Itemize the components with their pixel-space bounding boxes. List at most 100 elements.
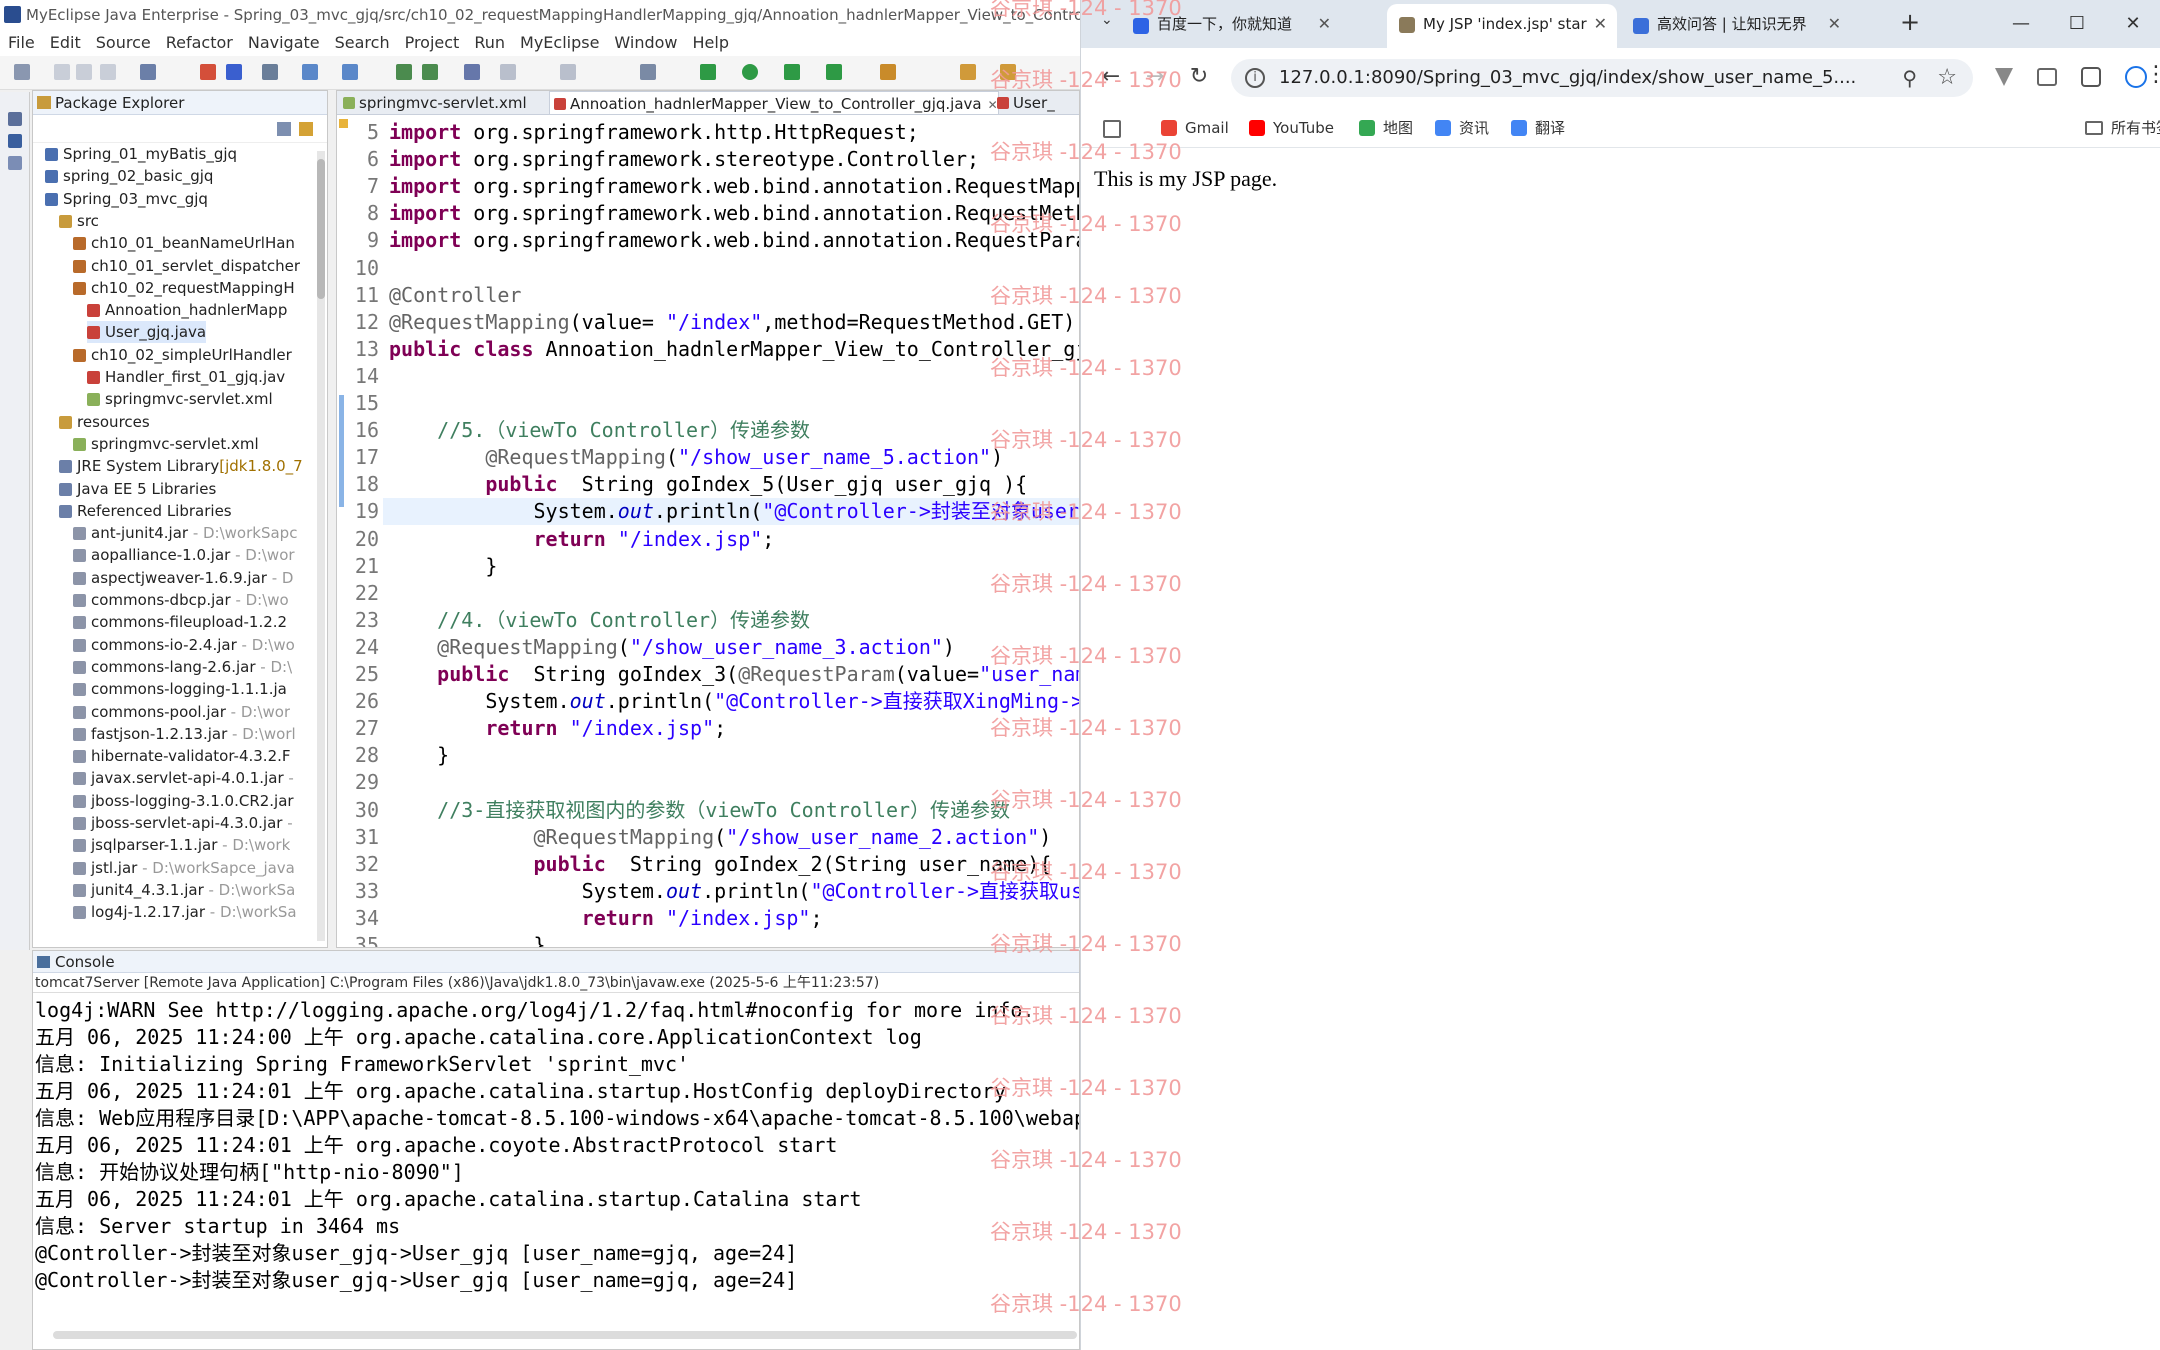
tree-item[interactable]: aopalliance-1.0.jar - D:\wor bbox=[73, 544, 295, 566]
tree-item[interactable]: Annoation_hadnlerMapp bbox=[87, 299, 287, 321]
tree-item[interactable]: aspectjweaver-1.6.9.jar - D bbox=[73, 567, 293, 589]
tree-item[interactable]: src bbox=[59, 210, 99, 232]
menu-search[interactable]: Search bbox=[327, 30, 397, 56]
menu-refactor[interactable]: Refactor bbox=[158, 30, 240, 56]
package-explorer-scrollbar[interactable] bbox=[317, 151, 325, 941]
tool-a-icon[interactable] bbox=[302, 64, 318, 80]
browser-menu-icon[interactable]: ⋮ bbox=[2145, 62, 2160, 87]
collapse-all-icon[interactable] bbox=[277, 122, 291, 136]
editor-tab[interactable]: Annoation_hadnlerMapper_View_to_Controll… bbox=[549, 91, 999, 114]
tree-item[interactable]: resources bbox=[59, 411, 150, 433]
tree-item[interactable]: fastjson-1.2.13.jar - D:\worl bbox=[73, 723, 296, 745]
tree-item[interactable]: Referenced Libraries bbox=[59, 500, 232, 522]
tree-item[interactable]: jsqlparser-1.1.jar - D:\work bbox=[73, 834, 290, 856]
tab-close-icon[interactable]: ✕ bbox=[1318, 6, 1331, 42]
restore-view-icon[interactable] bbox=[8, 112, 22, 126]
tree-item[interactable]: jboss-logging-3.1.0.CR2.jar bbox=[73, 790, 294, 812]
tree-item[interactable]: springmvc-servlet.xml bbox=[87, 388, 273, 410]
zoom-icon[interactable]: ⚲ bbox=[1902, 59, 1917, 97]
tree-item[interactable]: Java EE 5 Libraries bbox=[59, 478, 216, 500]
tree-item[interactable]: Handler_first_01_gjq.jav bbox=[87, 366, 285, 388]
browser-tab[interactable]: My JSP 'index.jsp' star ✕ bbox=[1387, 4, 1617, 48]
tool-f-icon[interactable] bbox=[560, 64, 576, 80]
tree-item[interactable]: commons-io-2.4.jar - D:\wo bbox=[73, 634, 295, 656]
tab-close-icon[interactable]: ✕ bbox=[1828, 6, 1841, 42]
tree-item[interactable]: jboss-servlet-api-4.3.0.jar - bbox=[73, 812, 293, 834]
tree-item[interactable]: User_gjq.java bbox=[87, 321, 207, 344]
tree-item[interactable]: Spring_03_mvc_gjq bbox=[45, 188, 208, 210]
new-tab-button[interactable]: + bbox=[1896, 8, 1924, 36]
web-icon[interactable] bbox=[262, 64, 278, 80]
console-horizontal-scrollbar[interactable] bbox=[53, 1331, 1077, 1339]
menu-navigate[interactable]: Navigate bbox=[240, 30, 327, 56]
tree-item[interactable]: ch10_02_simpleUrlHandler bbox=[73, 344, 292, 366]
tree-item[interactable]: spring_02_basic_gjq bbox=[45, 165, 213, 187]
tree-item[interactable]: hibernate-validator-4.3.2.F bbox=[73, 745, 291, 767]
tool-d-icon[interactable] bbox=[422, 64, 438, 80]
bookmark-地图[interactable]: 地图 bbox=[1359, 108, 1413, 148]
console-tab[interactable]: Console bbox=[33, 951, 1079, 973]
editor-tab[interactable]: User_ bbox=[993, 91, 1055, 114]
link-with-editor-icon[interactable] bbox=[299, 122, 313, 136]
menu-run[interactable]: Run bbox=[466, 30, 512, 56]
run-tomcat-icon[interactable] bbox=[784, 64, 800, 80]
browser-tab[interactable]: 高效问答 | 让知识无界 ✕ bbox=[1621, 6, 1851, 42]
maximize-button[interactable]: ☐ bbox=[2049, 0, 2105, 48]
tree-item[interactable]: ch10_01_beanNameUrlHan bbox=[73, 232, 295, 254]
minimized-view-a-icon[interactable] bbox=[8, 134, 22, 148]
tree-item[interactable]: junit4_4.3.1.jar - D:\workSa bbox=[73, 879, 295, 901]
site-info-icon[interactable]: i bbox=[1245, 68, 1265, 88]
save-icon[interactable] bbox=[54, 64, 70, 80]
bookmark-翻译[interactable]: 翻译 bbox=[1511, 108, 1565, 148]
tree-item[interactable]: ch10_01_servlet_dispatcher bbox=[73, 255, 300, 277]
save-all-icon[interactable] bbox=[76, 64, 92, 80]
tool-b-icon[interactable] bbox=[342, 64, 358, 80]
extension-filter-icon[interactable] bbox=[1995, 68, 2013, 86]
open-type-icon[interactable] bbox=[880, 64, 896, 80]
profile-avatar-icon[interactable] bbox=[2125, 66, 2147, 88]
minimized-view-b-icon[interactable] bbox=[8, 156, 22, 170]
bookmark-YouTube[interactable]: YouTube bbox=[1249, 108, 1334, 148]
menu-help[interactable]: Help bbox=[685, 30, 736, 56]
tree-item[interactable]: commons-pool.jar - D:\wor bbox=[73, 701, 290, 723]
address-bar[interactable]: i 127.0.0.1:8090/Spring_03_mvc_gjq/index… bbox=[1231, 59, 1973, 97]
tree-item[interactable]: JRE System Library[jdk1.8.0_7 bbox=[59, 455, 303, 477]
extension-box-icon[interactable] bbox=[2037, 68, 2057, 86]
bookmark-资讯[interactable]: 资讯 bbox=[1435, 108, 1489, 148]
tool-c-icon[interactable] bbox=[396, 64, 412, 80]
tree-item[interactable]: commons-lang-2.6.jar - D:\ bbox=[73, 656, 292, 678]
menu-file[interactable]: File bbox=[0, 30, 42, 56]
reload-button[interactable]: ↻ bbox=[1185, 64, 1213, 89]
menu-source[interactable]: Source bbox=[88, 30, 158, 56]
menu-edit[interactable]: Edit bbox=[42, 30, 88, 56]
package-explorer-tab[interactable]: Package Explorer bbox=[33, 91, 327, 115]
debug-icon[interactable] bbox=[700, 64, 716, 80]
tab-close-icon[interactable]: ✕ bbox=[1594, 4, 1607, 44]
tree-item[interactable]: ch10_02_requestMappingH bbox=[73, 277, 295, 299]
external-tools-icon[interactable] bbox=[826, 64, 842, 80]
bookmark-star-icon[interactable]: ☆ bbox=[1937, 59, 1957, 97]
tree-item[interactable]: log4j-1.2.17.jar - D:\workSa bbox=[73, 901, 297, 923]
all-bookmarks-button[interactable]: 所有书签 bbox=[2085, 108, 2160, 148]
tree-item[interactable]: commons-logging-1.1.1.ja bbox=[73, 678, 287, 700]
run-icon[interactable] bbox=[742, 64, 758, 80]
tree-item[interactable]: Spring_01_myBatis_gjq bbox=[45, 143, 237, 165]
tree-item[interactable]: commons-fileupload-1.2.2 bbox=[73, 611, 287, 633]
team-icon[interactable] bbox=[226, 64, 242, 80]
new-icon[interactable] bbox=[14, 64, 30, 80]
tree-item[interactable]: javax.servlet-api-4.0.1.jar - bbox=[73, 767, 294, 789]
server-icon[interactable] bbox=[140, 64, 156, 80]
globe-icon[interactable] bbox=[464, 64, 480, 80]
tool-e-icon[interactable] bbox=[500, 64, 516, 80]
open-task-icon[interactable] bbox=[960, 64, 976, 80]
tree-item[interactable]: springmvc-servlet.xml bbox=[73, 433, 259, 455]
deploy-icon[interactable] bbox=[200, 64, 216, 80]
menu-myeclipse[interactable]: MyEclipse bbox=[512, 30, 606, 56]
close-window-button[interactable]: ✕ bbox=[2105, 0, 2160, 48]
extensions-puzzle-icon[interactable] bbox=[2081, 67, 2101, 87]
tree-item[interactable]: ant-junit4.jar - D:\workSapc bbox=[73, 522, 297, 544]
tree-item[interactable]: commons-dbcp.jar - D:\wo bbox=[73, 589, 289, 611]
tree-item[interactable]: jstl.jar - D:\workSapce_java bbox=[73, 857, 295, 879]
print-icon[interactable] bbox=[100, 64, 116, 80]
tool-g-icon[interactable] bbox=[640, 64, 656, 80]
